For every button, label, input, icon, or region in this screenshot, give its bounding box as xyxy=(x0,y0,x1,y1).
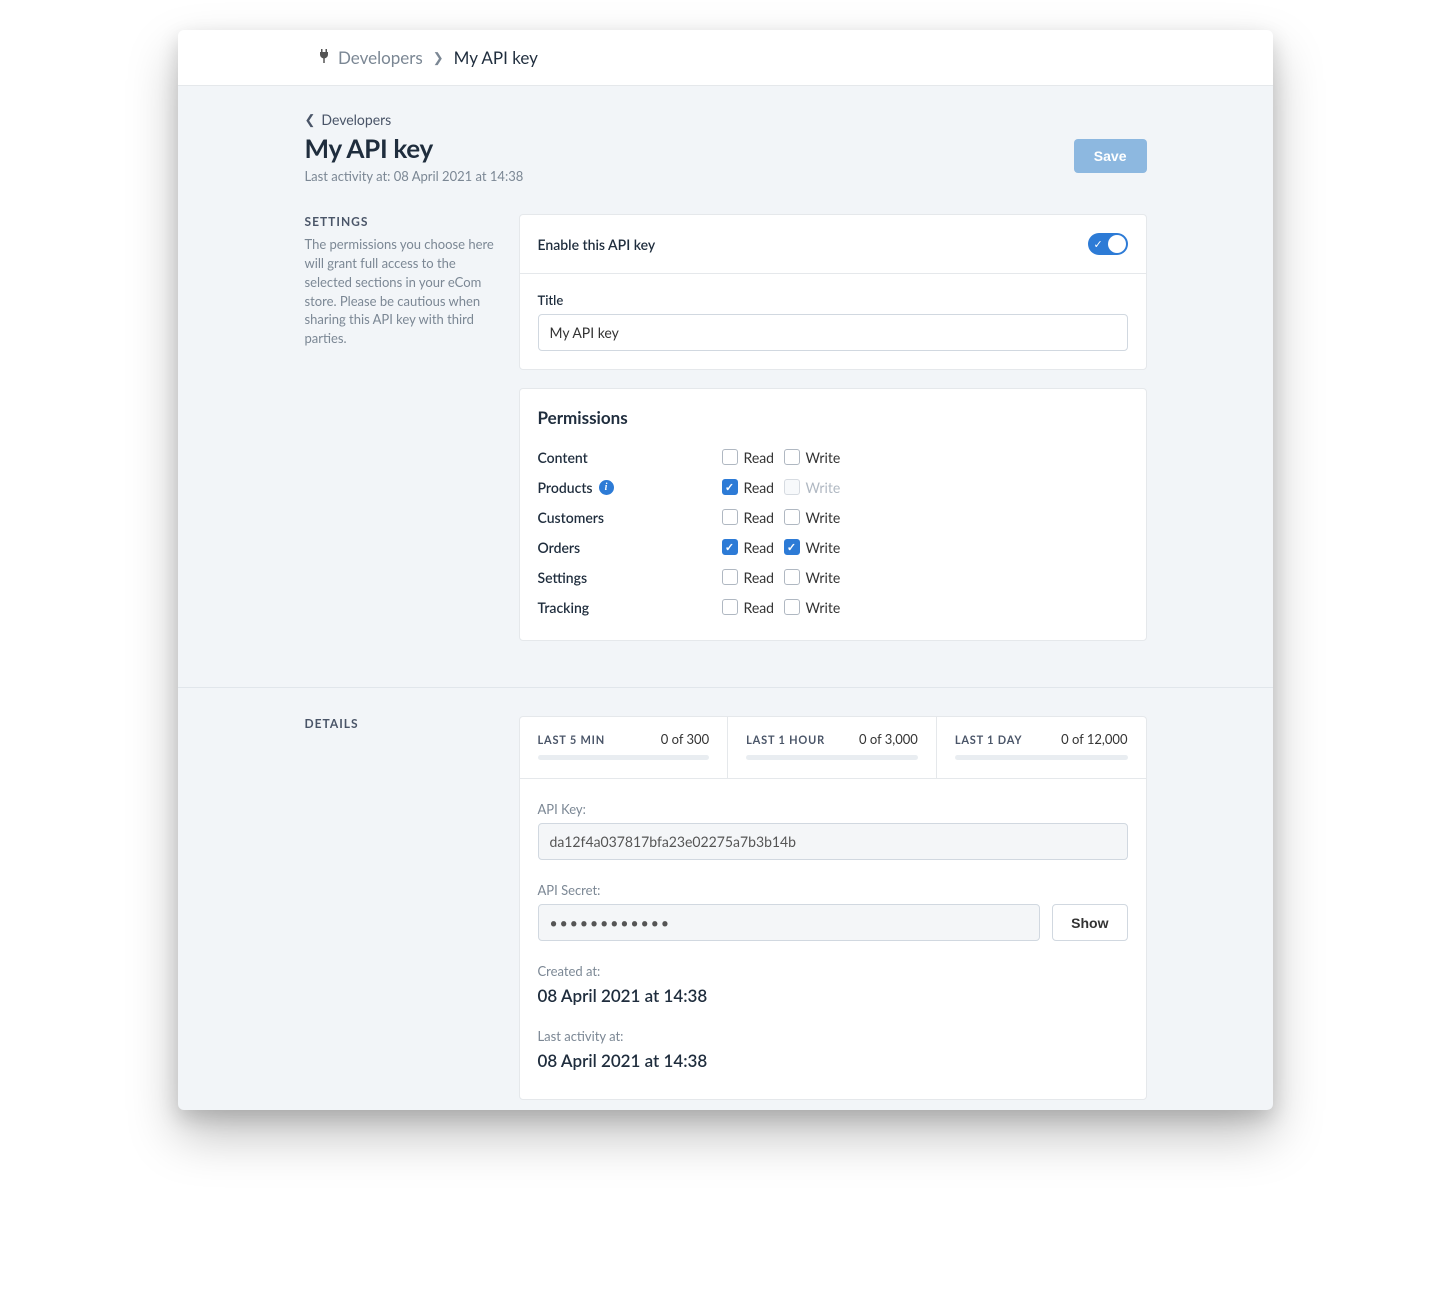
page-header: ❮ Developers My API key Last activity at… xyxy=(305,111,1147,184)
read-label: Read xyxy=(744,569,775,586)
read-label: Read xyxy=(744,449,775,466)
save-button[interactable]: Save xyxy=(1074,139,1147,173)
permission-read[interactable]: Read xyxy=(722,569,784,586)
settings-heading: SETTINGS xyxy=(305,214,495,229)
enable-toggle[interactable]: ✓ xyxy=(1088,233,1128,255)
checkbox[interactable] xyxy=(784,449,800,465)
permission-name: Orders xyxy=(538,539,722,556)
usage-value: 0 of 12,000 xyxy=(1061,731,1127,747)
section-divider xyxy=(178,687,1273,688)
write-label: Write xyxy=(806,569,841,586)
permissions-card: Permissions Content Read Write Productsi Rea… xyxy=(519,388,1147,641)
checkbox[interactable] xyxy=(784,539,800,555)
usage-cell: LAST 1 HOUR 0 of 3,000 xyxy=(728,717,937,778)
write-label: Write xyxy=(806,509,841,526)
read-label: Read xyxy=(744,509,775,526)
permission-name: Content xyxy=(538,449,722,466)
checkbox xyxy=(784,479,800,495)
permission-name: Customers xyxy=(538,509,722,526)
created-label: Created at: xyxy=(538,963,1128,979)
permission-row: Content Read Write xyxy=(538,442,1128,472)
api-secret-value[interactable] xyxy=(538,904,1041,941)
usage-title: LAST 1 HOUR xyxy=(746,734,825,747)
page-title: My API key xyxy=(305,132,524,164)
permission-row: Tracking Read Write xyxy=(538,592,1128,622)
checkbox[interactable] xyxy=(722,509,738,525)
check-icon: ✓ xyxy=(1094,239,1103,250)
api-key-value[interactable] xyxy=(538,823,1128,860)
write-label: Write xyxy=(806,479,841,496)
permission-write[interactable]: Write xyxy=(784,449,846,466)
title-label: Title xyxy=(538,292,1128,308)
write-label: Write xyxy=(806,599,841,616)
read-label: Read xyxy=(744,599,775,616)
checkbox[interactable] xyxy=(722,539,738,555)
info-icon[interactable]: i xyxy=(599,480,614,495)
permission-row: Productsi Read Write xyxy=(538,472,1128,502)
write-label: Write xyxy=(806,449,841,466)
permission-row: Orders Read Write xyxy=(538,532,1128,562)
permission-write[interactable]: Write xyxy=(784,539,846,556)
plug-icon xyxy=(318,49,330,67)
breadcrumb-bar: Developers ❯ My API key xyxy=(178,30,1273,86)
checkbox[interactable] xyxy=(784,569,800,585)
settings-description: The permissions you choose here will gra… xyxy=(305,235,495,348)
details-card: API Key: API Secret: Show xyxy=(519,778,1147,1100)
usage-bar xyxy=(955,755,1128,760)
enable-card: Enable this API key ✓ Title xyxy=(519,214,1147,370)
permission-read[interactable]: Read xyxy=(722,509,784,526)
api-secret-label: API Secret: xyxy=(538,882,1128,898)
back-link[interactable]: ❮ Developers xyxy=(305,111,524,128)
checkbox[interactable] xyxy=(722,449,738,465)
usage-title: LAST 1 DAY xyxy=(955,734,1022,747)
permission-name: Productsi xyxy=(538,479,722,496)
usage-cell: LAST 5 MIN 0 of 300 xyxy=(520,717,729,778)
permission-write[interactable]: Write xyxy=(784,509,846,526)
app-window: Developers ❯ My API key ❮ Developers My … xyxy=(178,30,1273,1110)
permission-write[interactable]: Write xyxy=(784,599,846,616)
usage-bar xyxy=(538,755,710,760)
permission-read[interactable]: Read xyxy=(722,599,784,616)
usage-title: LAST 5 MIN xyxy=(538,734,606,747)
permission-name: Tracking xyxy=(538,599,722,616)
write-label: Write xyxy=(806,539,841,556)
checkbox[interactable] xyxy=(722,599,738,615)
permission-read[interactable]: Read xyxy=(722,449,784,466)
usage-cell: LAST 1 DAY 0 of 12,000 xyxy=(937,717,1146,778)
usage-value: 0 of 300 xyxy=(661,731,709,747)
show-secret-button[interactable]: Show xyxy=(1052,904,1127,941)
permission-read[interactable]: Read xyxy=(722,479,784,496)
chevron-left-icon: ❮ xyxy=(305,111,316,128)
api-key-label: API Key: xyxy=(538,801,1128,817)
title-input[interactable] xyxy=(538,314,1128,351)
permission-write[interactable]: Write xyxy=(784,569,846,586)
permission-name: Settings xyxy=(538,569,722,586)
permission-read[interactable]: Read xyxy=(722,539,784,556)
checkbox[interactable] xyxy=(784,509,800,525)
permission-row: Customers Read Write xyxy=(538,502,1128,532)
enable-label: Enable this API key xyxy=(538,236,656,253)
usage-card: LAST 5 MIN0 of 300LAST 1 HOUR0 of 3,000L… xyxy=(519,716,1147,778)
usage-bar xyxy=(746,755,918,760)
read-label: Read xyxy=(744,539,775,556)
page-subtitle: Last activity at: 08 April 2021 at 14:38 xyxy=(305,168,524,184)
read-label: Read xyxy=(744,479,775,496)
checkbox[interactable] xyxy=(722,479,738,495)
permission-row: Settings Read Write xyxy=(538,562,1128,592)
permissions-heading: Permissions xyxy=(538,407,1128,428)
back-link-label: Developers xyxy=(321,111,391,128)
chevron-right-icon: ❯ xyxy=(433,49,444,66)
breadcrumb-current: My API key xyxy=(454,47,538,68)
breadcrumb-parent[interactable]: Developers xyxy=(338,47,423,68)
created-value: 08 April 2021 at 14:38 xyxy=(538,985,1128,1006)
details-heading: DETAILS xyxy=(305,716,495,731)
checkbox[interactable] xyxy=(722,569,738,585)
usage-value: 0 of 3,000 xyxy=(859,731,918,747)
checkbox[interactable] xyxy=(784,599,800,615)
activity-label: Last activity at: xyxy=(538,1028,1128,1044)
activity-value: 08 April 2021 at 14:38 xyxy=(538,1050,1128,1071)
permission-write: Write xyxy=(784,479,846,496)
